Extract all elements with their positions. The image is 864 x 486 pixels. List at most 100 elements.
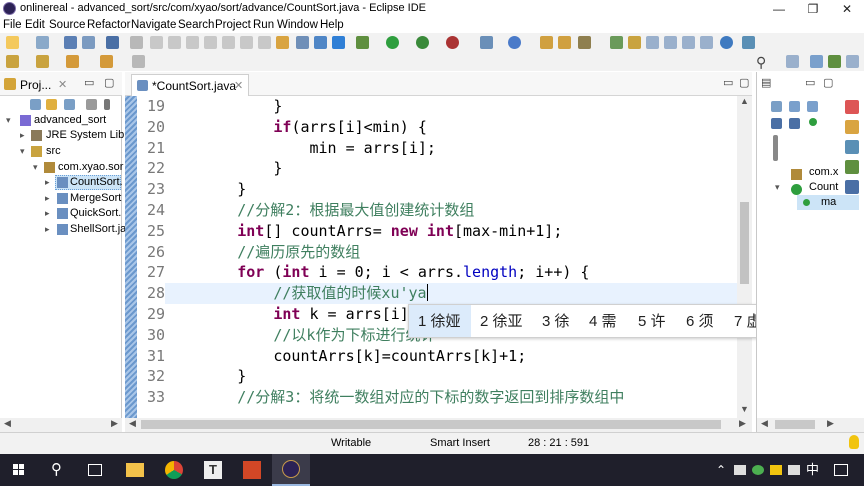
globe-icon[interactable]: [720, 36, 733, 49]
ime-candidate[interactable]: 3 徐: [542, 313, 570, 331]
menu-project[interactable]: Project: [215, 18, 251, 33]
close-button[interactable]: ✕: [830, 0, 864, 18]
scroll-right-icon[interactable]: ▶: [111, 418, 118, 429]
right-hscroll-thumb[interactable]: [775, 420, 815, 429]
maximize-view-icon[interactable]: ▢: [823, 76, 833, 89]
menu-source[interactable]: Source: [49, 18, 85, 33]
pilcrow-icon[interactable]: [700, 36, 713, 49]
minimize-view-icon[interactable]: ▭: [84, 76, 94, 89]
task-view-button[interactable]: [76, 454, 114, 486]
editor-scroll-thumb[interactable]: [740, 202, 749, 284]
format-icon[interactable]: [314, 36, 327, 49]
word-wrap-icon[interactable]: [682, 36, 695, 49]
tree-arrow[interactable]: ▾: [775, 180, 780, 195]
show-hidden-icons[interactable]: ⌃: [716, 462, 726, 478]
tree-arrow[interactable]: ▾: [20, 144, 25, 159]
menu-search[interactable]: Search: [178, 18, 214, 33]
outline-tab-icon[interactable]: ▤: [761, 76, 771, 89]
maximize-view-icon[interactable]: ▢: [104, 76, 114, 89]
tray-icon[interactable]: [752, 465, 764, 475]
search-icon[interactable]: ⚲: [756, 54, 766, 71]
step-into-icon[interactable]: [222, 36, 235, 49]
maximize-view-icon[interactable]: ▢: [739, 76, 749, 89]
forward-icon[interactable]: [100, 55, 113, 68]
restore-button[interactable]: ❐: [796, 0, 830, 18]
terminal-icon[interactable]: [106, 36, 119, 49]
side-tool-icon[interactable]: [845, 140, 859, 154]
status-cursor-position[interactable]: 28 : 21 : 591: [528, 436, 589, 451]
link-editor-icon[interactable]: [46, 99, 57, 110]
network-icon[interactable]: [788, 465, 800, 475]
tree-item-package[interactable]: com.xyao.sor: [58, 160, 123, 175]
new-class-icon[interactable]: [508, 36, 521, 49]
notification-icon[interactable]: [834, 464, 848, 476]
taskbar-search-button[interactable]: ⚲: [38, 454, 76, 486]
side-tool-icon[interactable]: [845, 100, 859, 114]
tree-arrow[interactable]: ▸: [45, 175, 50, 190]
taskbar-typora[interactable]: T: [194, 454, 232, 486]
ime-candidate[interactable]: 1 徐娅: [418, 313, 461, 331]
filter-icon[interactable]: [64, 99, 75, 110]
scroll-left-icon[interactable]: ◀: [129, 418, 136, 429]
ime-mode-indicator[interactable]: 中: [806, 462, 819, 478]
tree-item-countsort[interactable]: CountSort.: [70, 175, 123, 190]
tree-arrow[interactable]: ▸: [45, 191, 50, 206]
taskbar-powerpoint[interactable]: [233, 454, 271, 486]
run-icon[interactable]: [386, 36, 399, 49]
menu-window[interactable]: Window: [277, 18, 318, 33]
step-over-icon[interactable]: [240, 36, 253, 49]
editor-horizontal-scrollbar[interactable]: ◀ ▶: [125, 418, 752, 432]
menu-navigate[interactable]: Navigate: [131, 18, 176, 33]
close-icon[interactable]: ✕: [234, 79, 243, 92]
taskbar-chrome[interactable]: [155, 454, 193, 486]
scroll-down-icon[interactable]: ▼: [740, 404, 749, 414]
scroll-up-icon[interactable]: ▲: [740, 96, 749, 106]
lightbulb-icon[interactable]: [849, 435, 859, 449]
view-menu-icon[interactable]: [104, 99, 110, 110]
outline-item-method[interactable]: ma: [821, 195, 836, 210]
skip-icon[interactable]: [130, 36, 143, 49]
ime-candidate[interactable]: 2 徐亚: [480, 313, 523, 331]
hide-non-public-icon[interactable]: [789, 118, 800, 129]
hide-fields-icon[interactable]: [807, 101, 818, 112]
open-type-icon[interactable]: [540, 36, 553, 49]
tree-item-shellsort[interactable]: ShellSort.ja: [70, 222, 126, 237]
stop-icon[interactable]: [186, 36, 199, 49]
use-step-filters-icon[interactable]: [296, 36, 309, 49]
new-java-project-icon[interactable]: [480, 36, 493, 49]
close-icon[interactable]: ✕: [58, 78, 67, 91]
tree-item-mergesort[interactable]: MergeSort: [70, 191, 121, 206]
type-a-icon[interactable]: [332, 36, 345, 49]
collapse-all-icon[interactable]: [771, 101, 782, 112]
disconnect-icon[interactable]: [204, 36, 217, 49]
start-button[interactable]: [0, 454, 38, 486]
scroll-right-icon[interactable]: ▶: [739, 418, 746, 429]
java-perspective-icon[interactable]: [810, 55, 823, 68]
last-edit-icon[interactable]: [132, 55, 145, 68]
new-icon[interactable]: [6, 36, 19, 49]
taskbar-eclipse[interactable]: [272, 454, 310, 486]
left-horizontal-scrollbar[interactable]: ◀ ▶: [0, 418, 122, 432]
tree-item-quicksort[interactable]: QuickSort.: [70, 206, 121, 221]
step-return-icon[interactable]: [258, 36, 271, 49]
tree-item-project[interactable]: advanced_sort: [34, 113, 106, 128]
pin-icon[interactable]: [742, 36, 755, 49]
resume-icon[interactable]: [150, 36, 163, 49]
side-tool-icon[interactable]: [845, 160, 859, 174]
status-insert-mode[interactable]: Smart Insert: [430, 436, 490, 451]
debug-perspective-icon[interactable]: [828, 55, 841, 68]
outline-item-package[interactable]: com.x: [809, 165, 838, 180]
debug-icon[interactable]: [356, 36, 369, 49]
open-perspective-icon[interactable]: [786, 55, 799, 68]
toggle-mark-icon[interactable]: [610, 36, 623, 49]
team-perspective-icon[interactable]: [846, 55, 859, 68]
tray-icon[interactable]: [734, 465, 746, 475]
view-menu-icon[interactable]: [773, 135, 778, 161]
menu-run[interactable]: Run: [253, 18, 274, 33]
menu-file[interactable]: File: [3, 18, 22, 33]
search-toolbar-icon[interactable]: [578, 36, 591, 49]
editor-hscroll-thumb[interactable]: [141, 420, 721, 429]
ime-candidate[interactable]: 5 许: [638, 313, 666, 331]
coverage-icon[interactable]: [416, 36, 429, 49]
scroll-right-icon[interactable]: ▶: [827, 418, 834, 429]
